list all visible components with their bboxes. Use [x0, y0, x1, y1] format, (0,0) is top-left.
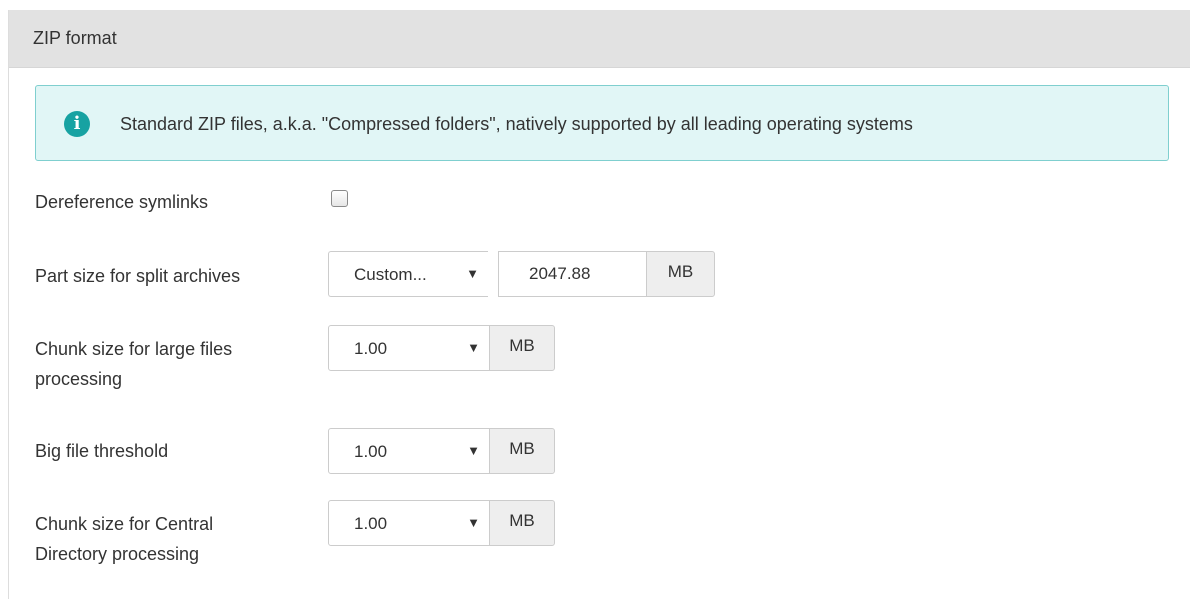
chunk-size-select-value: 1.00 — [354, 339, 388, 358]
cd-chunk-size-label-line2: Directory processing — [35, 544, 200, 564]
chunk-size-unit-addon: MB — [489, 325, 555, 371]
dereference-symlinks-checkbox[interactable] — [331, 190, 348, 207]
cd-chunk-size-select-value: 1.00 — [354, 514, 388, 533]
zip-format-panel: ZIP format i Standard ZIP files, a.k.a. … — [8, 10, 1190, 599]
chevron-down-icon: ▼ — [467, 340, 480, 355]
panel-heading: ZIP format — [9, 10, 1190, 68]
big-file-threshold-select[interactable]: 1.00 ▼ — [328, 428, 490, 474]
part-size-select-value: Custom... — [354, 265, 427, 284]
big-file-threshold-unit-addon: MB — [489, 428, 555, 474]
cd-chunk-size-label-line1: Chunk size for Central — [35, 514, 214, 534]
chunk-size-label-line1: Chunk size for large files — [35, 339, 233, 359]
cd-chunk-size-select[interactable]: 1.00 ▼ — [328, 500, 490, 546]
chevron-down-icon: ▼ — [466, 266, 479, 281]
info-alert: i Standard ZIP files, a.k.a. "Compressed… — [35, 85, 1169, 161]
chevron-down-icon: ▼ — [467, 443, 480, 458]
dereference-symlinks-label: Dereference symlinks — [35, 192, 209, 212]
alert-text: Standard ZIP files, a.k.a. "Compressed f… — [120, 114, 913, 134]
big-file-threshold-label: Big file threshold — [35, 441, 169, 461]
big-file-threshold-select-value: 1.00 — [354, 442, 388, 461]
info-icon: i — [64, 111, 90, 137]
chevron-down-icon: ▼ — [467, 515, 480, 530]
part-size-unit-addon: MB — [646, 251, 715, 297]
cd-chunk-size-unit-addon: MB — [489, 500, 555, 546]
part-size-label: Part size for split archives — [35, 266, 241, 286]
part-size-input[interactable] — [498, 251, 646, 297]
part-size-select[interactable]: Custom... ▼ — [328, 251, 488, 297]
chunk-size-select[interactable]: 1.00 ▼ — [328, 325, 490, 371]
panel-title: ZIP format — [33, 28, 117, 48]
chunk-size-label-line2: processing — [35, 369, 123, 389]
